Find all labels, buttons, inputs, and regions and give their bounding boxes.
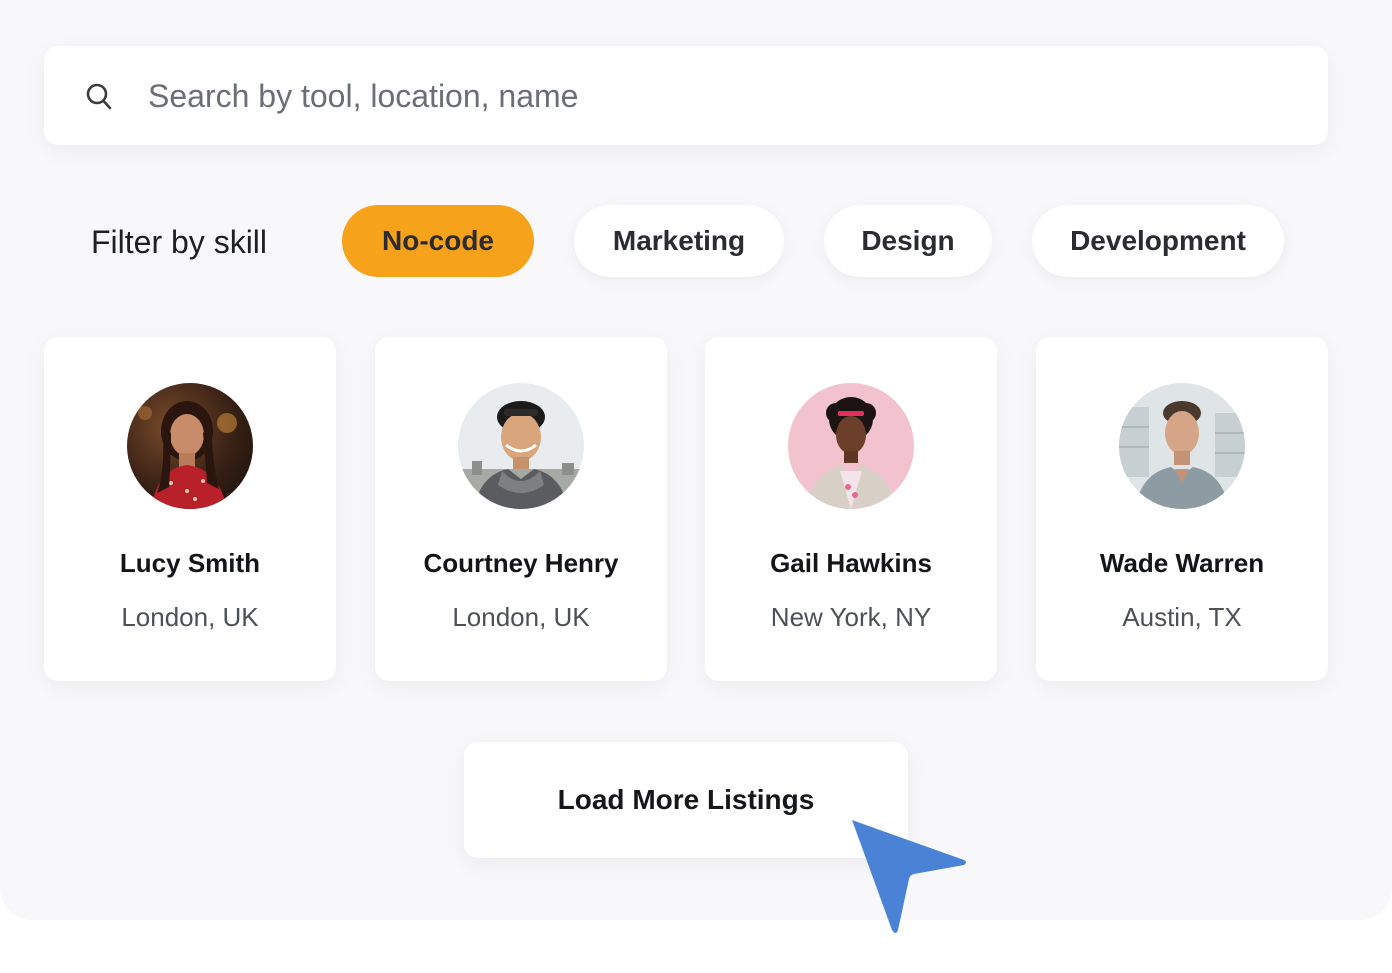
listings-panel: Filter by skill No-code Marketing Design… — [0, 0, 1392, 920]
listing-card[interactable]: Wade Warren Austin, TX — [1036, 337, 1328, 681]
search-icon — [86, 83, 112, 110]
listing-location: London, UK — [121, 602, 259, 632]
skill-chip-design[interactable]: Design — [824, 205, 992, 277]
skill-chip-marketing[interactable]: Marketing — [574, 205, 784, 277]
listing-card[interactable]: Courtney Henry London, UK — [375, 337, 667, 681]
avatar — [1119, 383, 1245, 509]
search-input[interactable] — [148, 70, 1248, 122]
listing-name: Lucy Smith — [119, 548, 261, 578]
avatar — [788, 383, 914, 509]
listing-card[interactable]: Gail Hawkins New York, NY — [705, 337, 997, 681]
listing-location: Austin, TX — [1122, 602, 1242, 632]
listing-name: Gail Hawkins — [770, 548, 932, 578]
listing-location: London, UK — [452, 602, 590, 632]
avatar — [127, 383, 253, 509]
avatar — [458, 383, 584, 509]
listing-location: New York, NY — [770, 602, 932, 632]
listing-name: Courtney Henry — [423, 548, 619, 578]
skill-chip-development[interactable]: Development — [1032, 205, 1284, 277]
pointer-arrow-icon — [852, 820, 966, 933]
filter-label: Filter by skill — [91, 224, 268, 260]
listing-name: Wade Warren — [1099, 548, 1265, 578]
skill-chip-no-code[interactable]: No-code — [342, 205, 534, 277]
listing-card[interactable]: Lucy Smith London, UK — [44, 337, 336, 681]
load-more-button[interactable]: Load More Listings — [464, 742, 908, 858]
